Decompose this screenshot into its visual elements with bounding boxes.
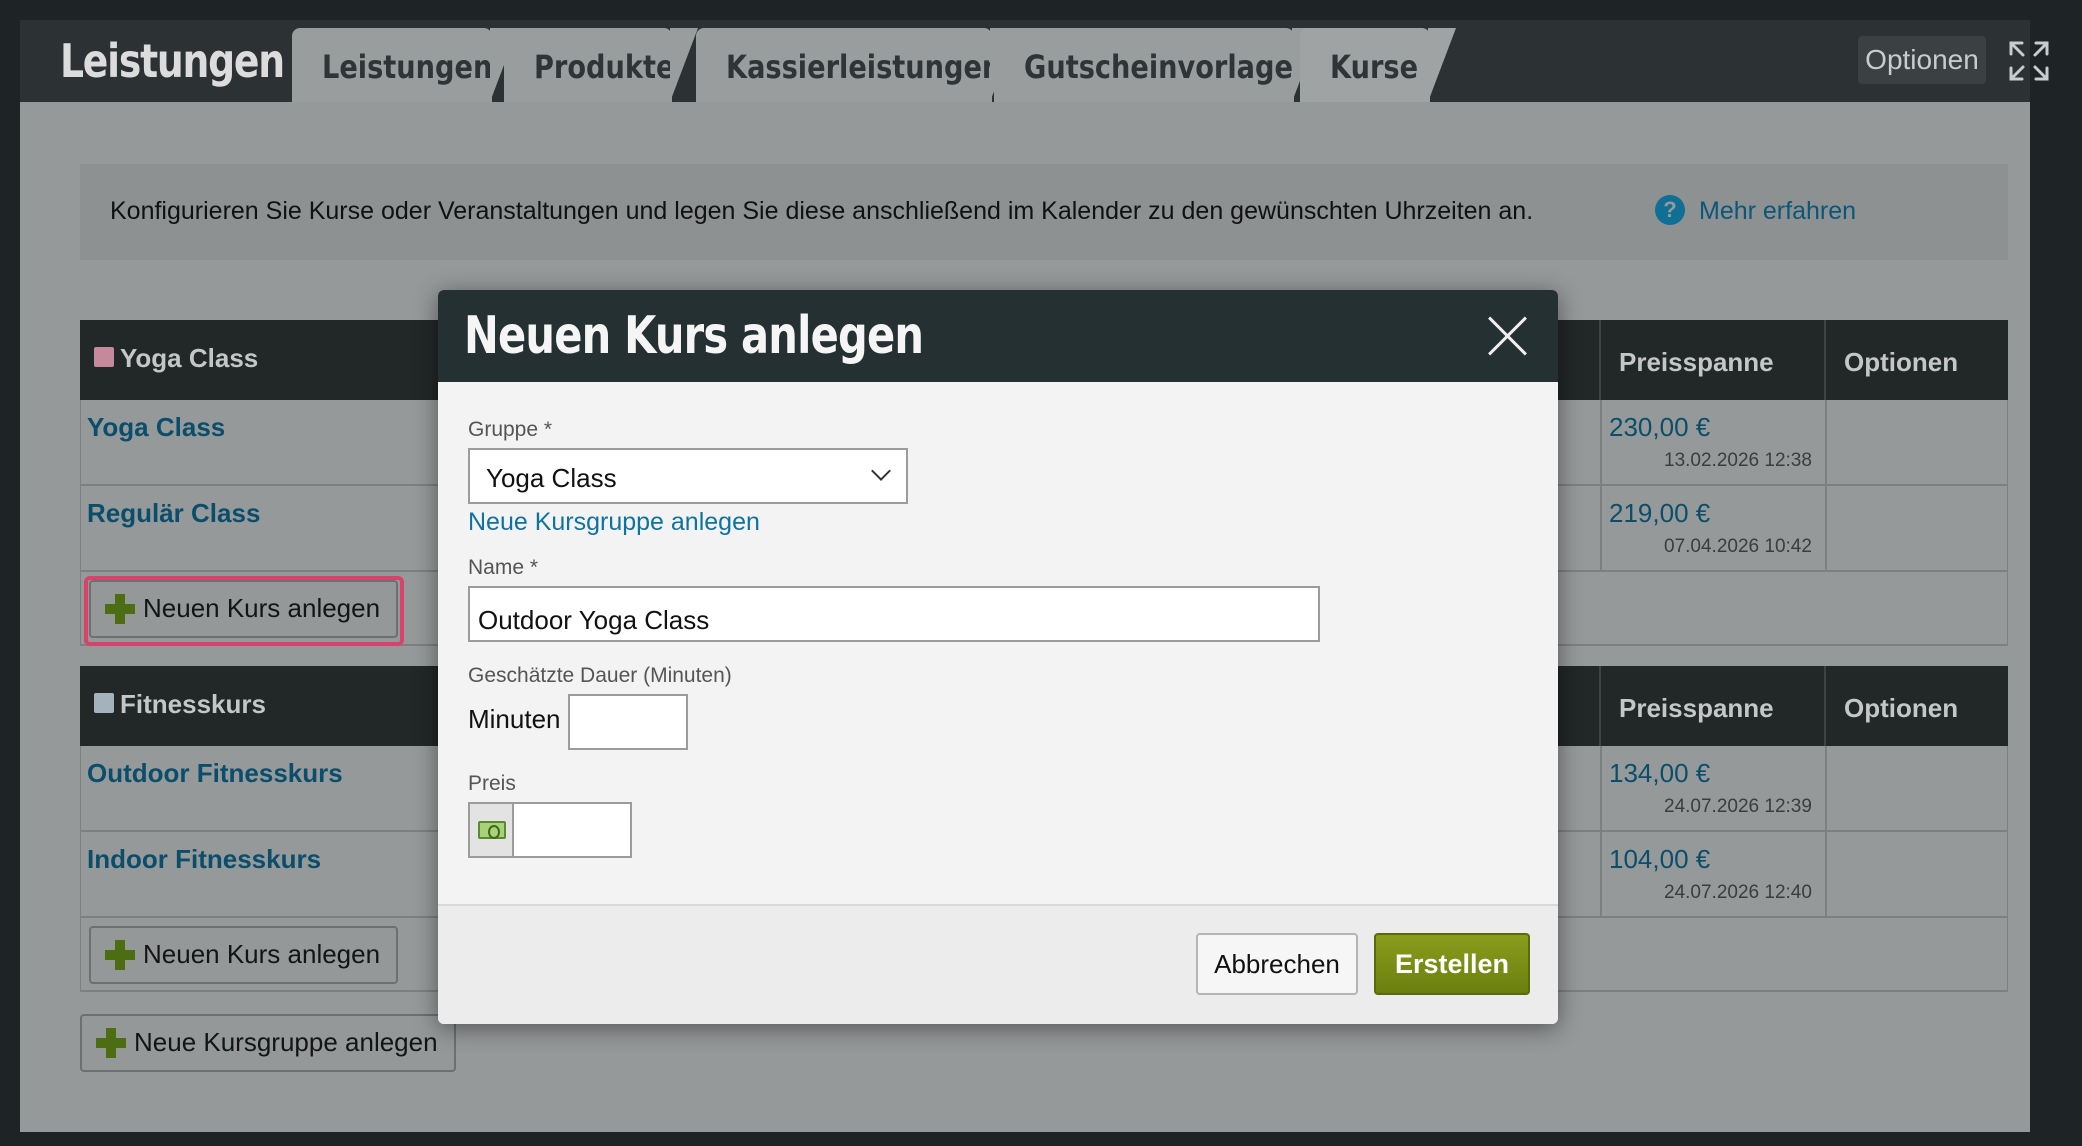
highlight-frame: [84, 576, 404, 646]
minutes-label: Minuten: [468, 704, 561, 734]
course-date: 13.02.2026 12:38: [1664, 450, 1812, 471]
column-divider: [1824, 320, 1826, 400]
chevron-down-icon: [871, 461, 891, 481]
help-icon[interactable]: ?: [1655, 195, 1685, 225]
course-date: 07.04.2026 10:42: [1664, 536, 1812, 557]
more-info-link[interactable]: Mehr erfahren: [1699, 197, 1856, 226]
group-name[interactable]: Fitnesskurs: [120, 689, 266, 720]
cancel-button[interactable]: Abbrechen: [1196, 933, 1358, 995]
options-button[interactable]: Optionen: [1858, 36, 1986, 84]
column-divider: [1599, 666, 1601, 746]
dialog-title: Neuen Kurs anlegen: [464, 306, 924, 366]
header-bar: Leistungen Leistungen Produkte Kassierle…: [20, 20, 2049, 102]
price-field-label: Preis: [468, 772, 516, 795]
tab-kassierleistungen[interactable]: Kassierleistungen: [696, 28, 1018, 102]
info-box: Konfigurieren Sie Kurse oder Veranstaltu…: [80, 164, 2008, 260]
course-name-link[interactable]: Indoor Fitnesskurs: [87, 844, 321, 875]
tab-gutscheinvorlagen[interactable]: Gutscheinvorlagen: [994, 28, 1320, 102]
name-field-label: Name *: [468, 556, 539, 579]
course-price[interactable]: 104,00 €: [1609, 844, 1710, 875]
column-header-options: Optionen: [1844, 347, 1959, 377]
new-group-link[interactable]: Neue Kursgruppe anlegen: [468, 508, 760, 537]
group-color-swatch: [94, 693, 114, 713]
group-select[interactable]: Yoga Class: [468, 448, 908, 504]
expand-icon[interactable]: [2008, 40, 2050, 82]
course-date: 24.07.2026 12:39: [1664, 796, 1812, 817]
money-icon: [478, 821, 506, 839]
tab-leistungen[interactable]: Leistungen: [292, 28, 518, 102]
course-price[interactable]: 230,00 €: [1609, 412, 1710, 443]
plus-icon: [105, 940, 135, 970]
dialog-header: Neuen Kurs anlegen: [438, 290, 1558, 382]
plus-icon: [96, 1028, 126, 1058]
price-addon: [470, 804, 514, 856]
group-color-swatch: [94, 347, 114, 367]
add-course-button[interactable]: Neuen Kurs anlegen: [89, 926, 399, 984]
minutes-input[interactable]: [568, 694, 688, 750]
create-button[interactable]: Erstellen: [1374, 933, 1530, 995]
column-header-price: Preisspanne: [1619, 693, 1774, 723]
column-divider: [1599, 320, 1601, 400]
column-header-price: Preisspanne: [1619, 347, 1774, 377]
name-input[interactable]: [468, 586, 1320, 642]
column-divider: [1824, 666, 1826, 746]
info-text: Konfigurieren Sie Kurse oder Veranstaltu…: [110, 197, 1534, 225]
price-input[interactable]: [516, 804, 630, 856]
tab-produkte[interactable]: Produkte: [504, 28, 698, 102]
group-field-label: Gruppe *: [468, 418, 553, 441]
course-price[interactable]: 134,00 €: [1609, 758, 1710, 789]
group-name[interactable]: Yoga Class: [120, 343, 258, 374]
close-icon[interactable]: [1488, 316, 1528, 356]
tab-kurse[interactable]: Kurse: [1300, 28, 1456, 102]
course-name-link[interactable]: Yoga Class: [87, 412, 225, 443]
course-date: 24.07.2026 12:40: [1664, 882, 1812, 903]
page-title: Leistungen: [60, 34, 285, 88]
course-price[interactable]: 219,00 €: [1609, 498, 1710, 529]
column-header-options: Optionen: [1844, 693, 1959, 723]
add-course-group-button[interactable]: Neue Kursgruppe anlegen: [80, 1014, 456, 1072]
course-name-link[interactable]: Outdoor Fitnesskurs: [87, 758, 343, 789]
price-input-group: [468, 802, 632, 858]
course-name-link[interactable]: Regulär Class: [87, 498, 260, 529]
new-course-dialog: Neuen Kurs anlegen Gruppe * Yoga Class N…: [438, 290, 1558, 1024]
duration-field-label: Geschätzte Dauer (Minuten): [468, 664, 732, 687]
